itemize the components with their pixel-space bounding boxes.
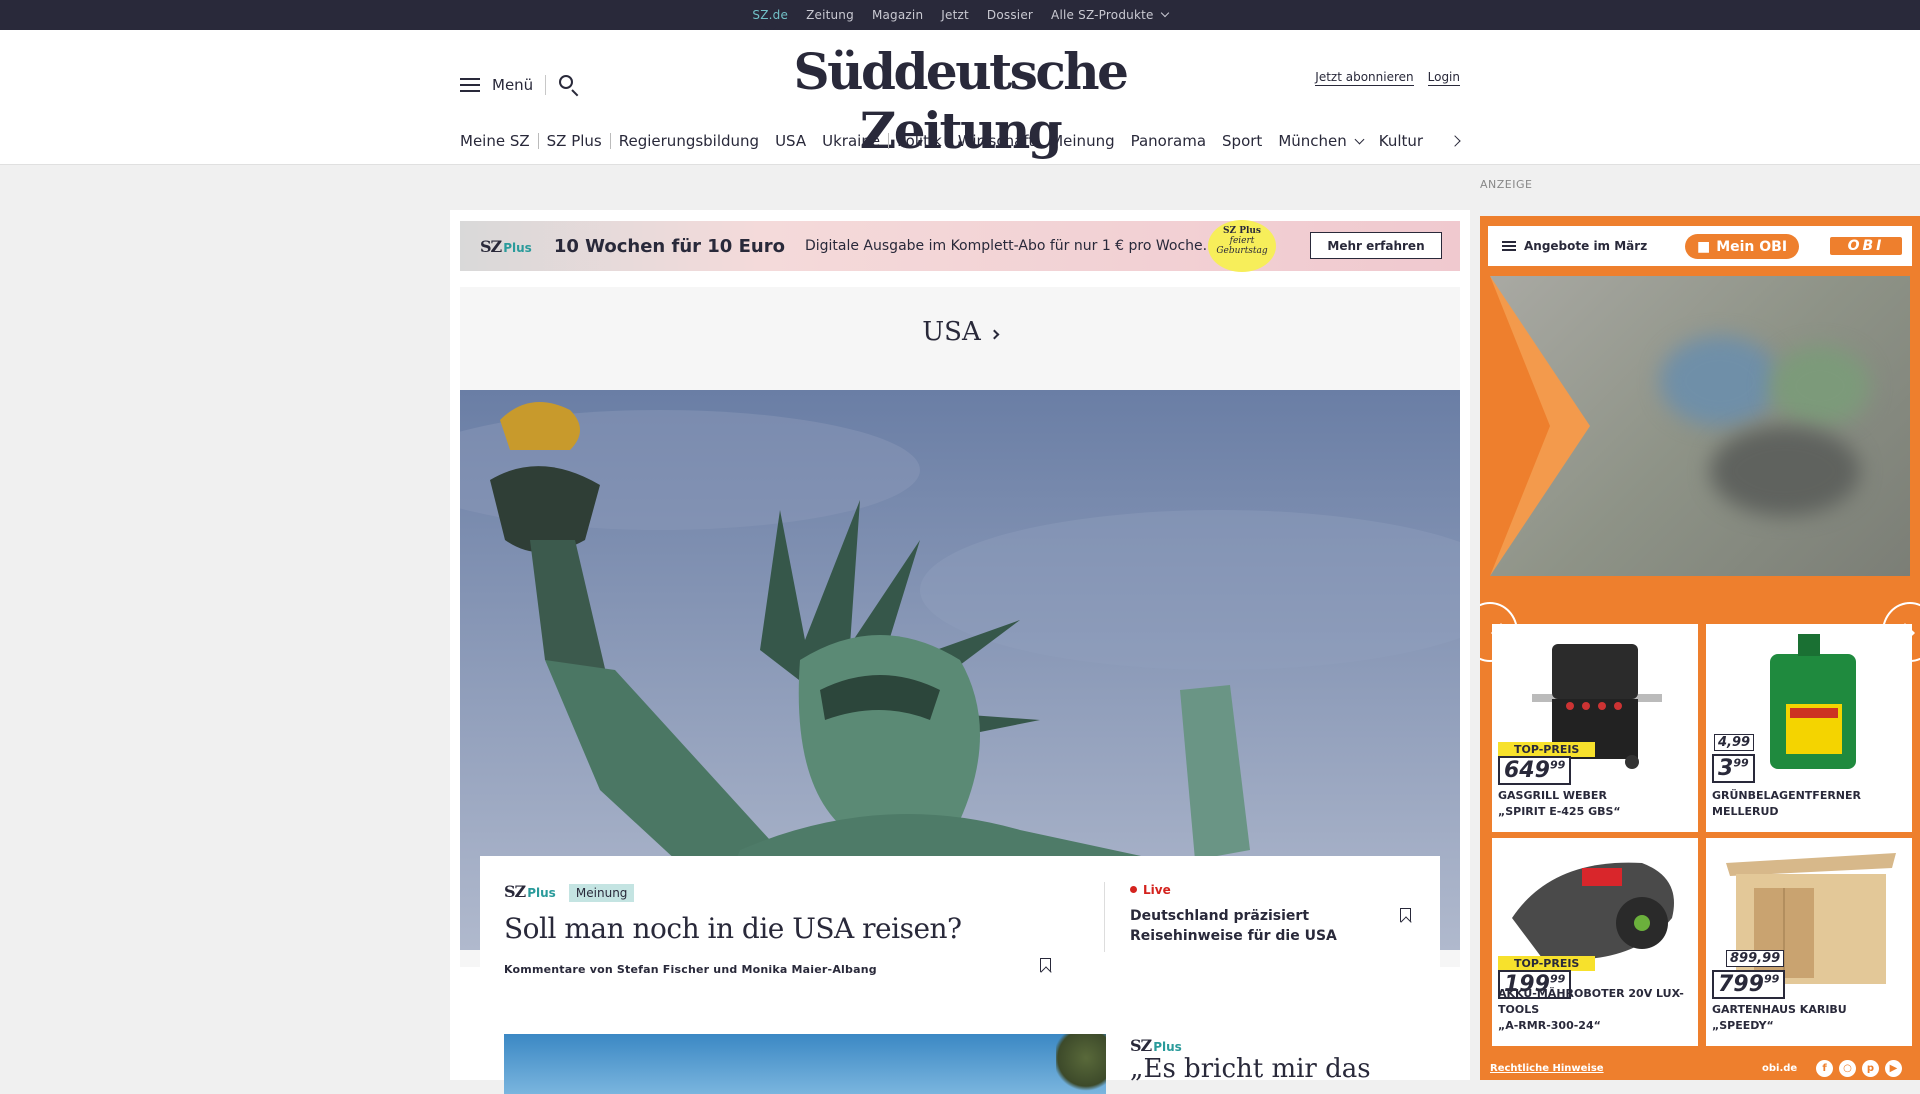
nav-item-label: München [1278, 132, 1347, 150]
nav-item-usa[interactable]: USA [767, 132, 814, 150]
canister-image [1770, 634, 1856, 769]
chevron-graphic [1490, 276, 1550, 576]
legal-notes-link[interactable]: Rechtliche Hinweise [1490, 1063, 1604, 1074]
nav-item-sz-plus[interactable]: SZ Plus [539, 132, 610, 150]
account-links: Jetzt abonnieren Login [1315, 70, 1460, 86]
ad-menu-label[interactable]: Angebote im März [1524, 239, 1647, 253]
product-price: 399 [1712, 754, 1755, 783]
learn-more-button[interactable]: Mehr erfahren [1310, 232, 1442, 259]
product-price: 64999 [1498, 756, 1572, 785]
hamburger-icon [460, 78, 480, 92]
product-price: 79999 [1712, 970, 1786, 999]
ad-hero-image[interactable] [1490, 276, 1910, 576]
topbar-link-label: Alle SZ-Produkte [1051, 8, 1154, 22]
old-price: 4,99 [1714, 734, 1755, 751]
topbar-link-szde[interactable]: SZ.de [743, 8, 797, 33]
nav-item-meinung[interactable]: Meinung [1042, 132, 1122, 150]
chevron-down-icon [1160, 8, 1169, 18]
social-links: f ○ p ▶ [1816, 1060, 1902, 1077]
facebook-icon[interactable]: f [1816, 1060, 1833, 1077]
promo-banner[interactable]: SZ Plus 10 Wochen für 10 Euro Digitale Au… [460, 220, 1460, 272]
obi-domain-link[interactable]: obi.de [1762, 1063, 1797, 1074]
category-tag[interactable]: Meinung [568, 883, 635, 902]
chevron-down-icon [1354, 134, 1365, 145]
topbar-link-magazin[interactable]: Magazin [863, 8, 932, 22]
sz-plus-logo: SZ Plus [480, 236, 532, 256]
search-icon[interactable] [558, 74, 580, 97]
site-header: Menü Süddeutsche Zeitung Jetzt abonniere… [0, 30, 1920, 165]
main-nav: Meine SZ SZ Plus Regierungsbildung USA U… [460, 130, 1461, 152]
topbar-link-zeitung[interactable]: Zeitung [797, 8, 863, 22]
live-badge: Live [1130, 883, 1171, 897]
product-card-gruenbelagentferner[interactable]: 4,99 399 Grünbelagentferner Mellerud [1706, 624, 1912, 832]
youtube-icon[interactable]: ▶ [1885, 1060, 1902, 1077]
topbar-link-jetzt[interactable]: Jetzt [932, 8, 978, 22]
instagram-icon[interactable]: ○ [1839, 1060, 1856, 1077]
subscribe-link[interactable]: Jetzt abonnieren [1315, 70, 1414, 86]
nav-item-sport[interactable]: Sport [1214, 132, 1270, 150]
section-title[interactable]: USA [460, 317, 1460, 347]
nav-item-panorama[interactable]: Panorama [1123, 132, 1214, 150]
sz-plus-logo: SZ Plus [1130, 1036, 1182, 1055]
product-card-maehroboter[interactable]: TOP-PREIS 19999 Akku-Mähroboter 20V Lux-… [1492, 838, 1698, 1046]
nav-item-muenchen[interactable]: München [1270, 132, 1370, 150]
lead-article: SZ Plus Meinung Soll man noch in die USA … [504, 882, 1064, 976]
article-byline: Kommentare von Stefan Fischer und Monika… [504, 962, 877, 976]
ad-label: ANZEIGE [1480, 178, 1533, 191]
article-thumbnail[interactable] [504, 1034, 1106, 1094]
obi-logo: OBI [1830, 237, 1902, 255]
nav-item-meine-sz[interactable]: Meine SZ [460, 132, 538, 150]
promo-text: Digitale Ausgabe im Komplett-Abo für nur… [804, 238, 1208, 254]
nav-item-ukraine[interactable]: Ukraine [814, 132, 888, 150]
bookmark-icon[interactable] [1040, 958, 1051, 972]
top-price-badge: TOP-PREIS [1498, 956, 1596, 971]
live-article-title[interactable]: Deutschland präzisiert Reisehinweise für… [1130, 906, 1350, 946]
product-title: Gartenhaus Karibu „Speedy“ [1712, 1003, 1847, 1032]
mein-obi-label: Mein OBI [1716, 238, 1788, 255]
sz-plus-logo: SZ Plus [504, 882, 556, 901]
product-title: Akku-Mähroboter 20V Lux-Tools „A-RMR-300-… [1498, 987, 1684, 1032]
mein-obi-button[interactable]: ■ Mein OBI [1685, 234, 1799, 259]
article-title[interactable]: Soll man noch in die USA reisen? [504, 912, 1064, 945]
lead-article-card[interactable]: SZ Plus Meinung Soll man noch in die USA … [480, 856, 1440, 1094]
topbar-link-dossier[interactable]: Dossier [978, 8, 1042, 22]
top-bar: SZ.de Zeitung Magazin Jetzt Dossier Alle… [0, 0, 1920, 33]
old-price: 899,99 [1726, 950, 1785, 967]
top-price-badge: TOP-PREIS [1498, 742, 1596, 757]
chevron-right-icon[interactable] [1449, 135, 1461, 147]
nav-item-politik[interactable]: Politik [889, 132, 950, 150]
divider [1104, 882, 1105, 952]
product-title: Grünbelagentferner Mellerud [1712, 789, 1861, 818]
ad-footer: Rechtliche Hinweise obi.de f ○ p ▶ [1480, 1056, 1920, 1080]
bookmark-icon[interactable] [1400, 908, 1411, 922]
birthday-badge: SZ Plus feiert Geburtstag [1208, 220, 1276, 272]
hamburger-icon [1502, 241, 1516, 251]
login-link[interactable]: Login [1427, 70, 1460, 86]
product-card-gasgrill[interactable]: TOP-PREIS 64999 Gasgrill Weber „Spirit E-… [1492, 624, 1698, 832]
menu-label: Menü [492, 76, 534, 94]
product-title: Gasgrill Weber „Spirit E-425 GBS“ [1498, 789, 1621, 818]
main-content: SZ Plus 10 Wochen für 10 Euro Digitale Au… [450, 210, 1470, 1094]
promo-headline: 10 Wochen für 10 Euro [553, 235, 785, 257]
pinterest-icon[interactable]: p [1862, 1060, 1879, 1077]
ad-header: Angebote im März ■ Mein OBI OBI [1488, 226, 1912, 266]
nav-item-wirtschaft[interactable]: Wirtschaft [950, 132, 1042, 150]
chevron-right-icon [989, 329, 1000, 340]
store-icon: ■ [1696, 238, 1711, 255]
menu-button[interactable]: Menü [460, 74, 580, 97]
obi-advertisement[interactable]: Angebote im März ■ Mein OBI OBI TOP-PREIS… [1480, 216, 1920, 1080]
divider [545, 75, 547, 95]
nav-item-kultur[interactable]: Kultur [1371, 132, 1431, 150]
topbar-link-alle-produkte[interactable]: Alle SZ-Produkte [1042, 8, 1177, 22]
nav-item-regierungsbildung[interactable]: Regierungsbildung [611, 132, 767, 150]
product-card-gartenhaus[interactable]: 899,99 79999 Gartenhaus Karibu „Speedy“ [1706, 838, 1912, 1046]
